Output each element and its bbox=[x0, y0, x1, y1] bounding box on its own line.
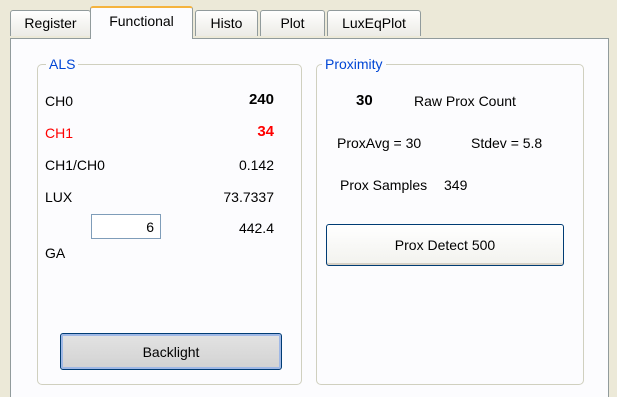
ga-result-value: 442.4 bbox=[238, 220, 274, 236]
proximity-group-title: Proximity bbox=[322, 56, 386, 72]
proximity-group: Proximity 30 Raw Prox Count ProxAvg = 30… bbox=[316, 56, 584, 385]
tab-luxeqplot[interactable]: LuxEqPlot bbox=[327, 10, 421, 36]
ch0-label: CH0 bbox=[45, 93, 74, 109]
lux-value: 73.7337 bbox=[223, 189, 274, 205]
raw-prox-count-value: 30 bbox=[356, 92, 373, 109]
lux-label: LUX bbox=[45, 189, 73, 205]
tab-register[interactable]: Register bbox=[10, 10, 91, 36]
backlight-button[interactable]: Backlight bbox=[60, 333, 282, 370]
tab-strip: Register Functional Histo Plot LuxEqPlot bbox=[0, 0, 617, 40]
ga-input[interactable] bbox=[91, 214, 161, 239]
ch1-ch0-ratio-value: 0.142 bbox=[238, 157, 274, 173]
ga-label: GA bbox=[45, 245, 66, 261]
tab-histo[interactable]: Histo bbox=[195, 10, 258, 36]
tab-functional[interactable]: Functional bbox=[90, 6, 193, 39]
stdev-text: Stdev = 5.8 bbox=[471, 135, 543, 151]
ch1-value: 34 bbox=[257, 123, 274, 140]
prox-samples-label: Prox Samples bbox=[340, 177, 428, 193]
raw-prox-count-label: Raw Prox Count bbox=[414, 93, 516, 109]
prox-avg-text: ProxAvg = 30 bbox=[337, 135, 422, 151]
ch0-value: 240 bbox=[248, 91, 274, 108]
tab-plot[interactable]: Plot bbox=[260, 10, 325, 36]
als-group-title: ALS bbox=[46, 56, 79, 72]
ch1-ch0-ratio-label: CH1/CH0 bbox=[45, 157, 105, 173]
prox-detect-button[interactable]: Prox Detect 500 bbox=[326, 224, 564, 266]
ch1-label: CH1 bbox=[45, 125, 74, 141]
prox-samples-value: 349 bbox=[444, 177, 468, 193]
functional-tab-page: ALS CH0 240 CH1 34 CH1/CH0 0.142 LUX 73.… bbox=[10, 38, 609, 397]
als-group: ALS CH0 240 CH1 34 CH1/CH0 0.142 LUX 73.… bbox=[37, 56, 302, 385]
